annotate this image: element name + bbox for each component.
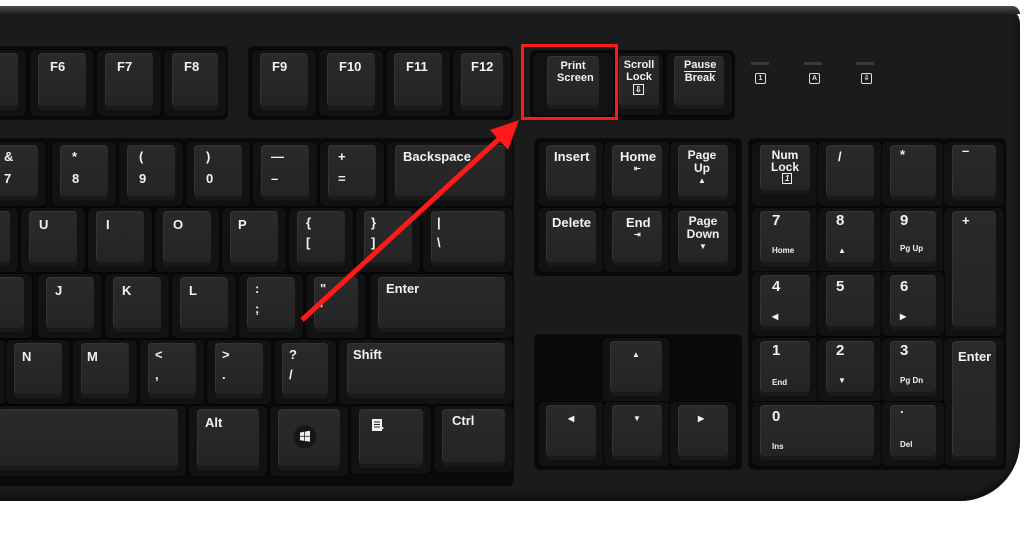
arrow-shaft (300, 136, 502, 322)
annotation-arrow-icon (300, 120, 519, 322)
